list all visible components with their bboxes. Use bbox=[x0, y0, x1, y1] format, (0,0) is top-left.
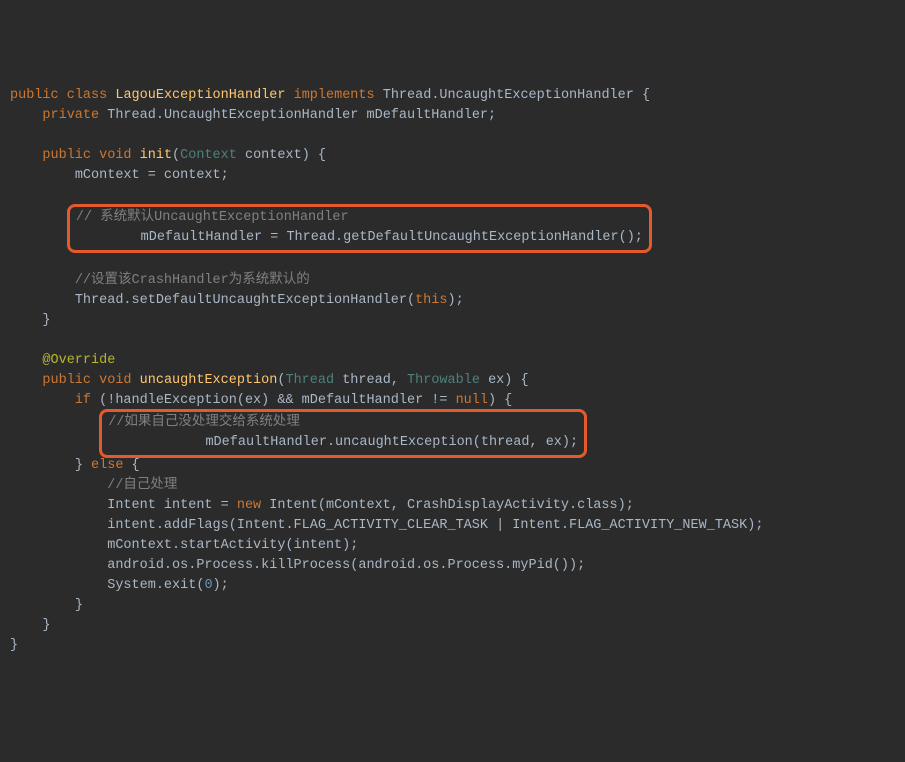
keyword-else: else bbox=[91, 458, 123, 473]
paren: ) bbox=[504, 373, 512, 388]
comma: , bbox=[391, 373, 399, 388]
keyword-public: public bbox=[10, 88, 59, 103]
brace: } bbox=[75, 458, 83, 473]
brace: } bbox=[75, 598, 83, 613]
comment: // 系统默认UncaughtExceptionHandler bbox=[76, 210, 349, 225]
statement-pre: Thread.setDefaultUncaughtExceptionHandle… bbox=[75, 293, 415, 308]
brace: { bbox=[132, 458, 140, 473]
keyword-void: void bbox=[99, 148, 131, 163]
keyword-public: public bbox=[42, 148, 91, 163]
method-name-uncaught: uncaughtException bbox=[140, 373, 278, 388]
keyword-private: private bbox=[42, 108, 99, 123]
paren: ( bbox=[172, 148, 180, 163]
brace: } bbox=[42, 618, 50, 633]
statement: mContext.startActivity(intent); bbox=[107, 538, 358, 553]
brace: { bbox=[520, 373, 528, 388]
param-type: Throwable bbox=[407, 373, 480, 388]
statement-post: ); bbox=[213, 578, 229, 593]
keyword-if: if bbox=[75, 393, 91, 408]
interface-name: Thread.UncaughtExceptionHandler bbox=[383, 88, 634, 103]
comment: //设置该CrashHandler为系统默认的 bbox=[75, 273, 310, 288]
highlight-box-1: // 系统默认UncaughtExceptionHandler mDefault… bbox=[67, 204, 652, 253]
brace: { bbox=[642, 88, 650, 103]
keyword-null: null bbox=[456, 393, 488, 408]
annotation-override: @Override bbox=[42, 353, 115, 368]
field-name: mDefaultHandler; bbox=[367, 108, 497, 123]
statement-post: Intent(mContext, CrashDisplayActivity.cl… bbox=[261, 498, 634, 513]
code-block: public class LagouExceptionHandler imple… bbox=[10, 86, 895, 656]
class-name: LagouExceptionHandler bbox=[115, 88, 285, 103]
highlight-box-2: //如果自己没处理交给系统处理 mDefaultHandler.uncaught… bbox=[99, 409, 587, 458]
keyword-new: new bbox=[237, 498, 261, 513]
statement: mContext = context; bbox=[75, 168, 229, 183]
param-name: context bbox=[245, 148, 302, 163]
condition-pre: (!handleException(ex) && mDefaultHandler… bbox=[91, 393, 456, 408]
keyword-this: this bbox=[415, 293, 447, 308]
field-type: Thread.UncaughtExceptionHandler bbox=[107, 108, 358, 123]
condition-post: ) { bbox=[488, 393, 512, 408]
comment: //自己处理 bbox=[107, 478, 177, 493]
statement: intent.addFlags(Intent.FLAG_ACTIVITY_CLE… bbox=[107, 518, 763, 533]
statement-pre: System.exit( bbox=[107, 578, 204, 593]
statement: android.os.Process.killProcess(android.o… bbox=[107, 558, 585, 573]
statement-pre: Intent intent = bbox=[107, 498, 237, 513]
keyword-public: public bbox=[42, 373, 91, 388]
statement-post: ); bbox=[447, 293, 463, 308]
keyword-void: void bbox=[99, 373, 131, 388]
paren: ) bbox=[302, 148, 310, 163]
number-literal: 0 bbox=[204, 578, 212, 593]
param-type: Thread bbox=[285, 373, 334, 388]
comment: //如果自己没处理交给系统处理 bbox=[108, 415, 300, 430]
method-name-init: init bbox=[140, 148, 172, 163]
keyword-implements: implements bbox=[294, 88, 375, 103]
brace: } bbox=[42, 313, 50, 328]
statement: mDefaultHandler = Thread.getDefaultUncau… bbox=[141, 230, 643, 245]
statement: mDefaultHandler.uncaughtException(thread… bbox=[205, 435, 578, 450]
brace: } bbox=[10, 638, 18, 653]
keyword-class: class bbox=[67, 88, 108, 103]
param-name: ex bbox=[488, 373, 504, 388]
param-name: thread bbox=[342, 373, 391, 388]
brace: { bbox=[318, 148, 326, 163]
param-type: Context bbox=[180, 148, 237, 163]
